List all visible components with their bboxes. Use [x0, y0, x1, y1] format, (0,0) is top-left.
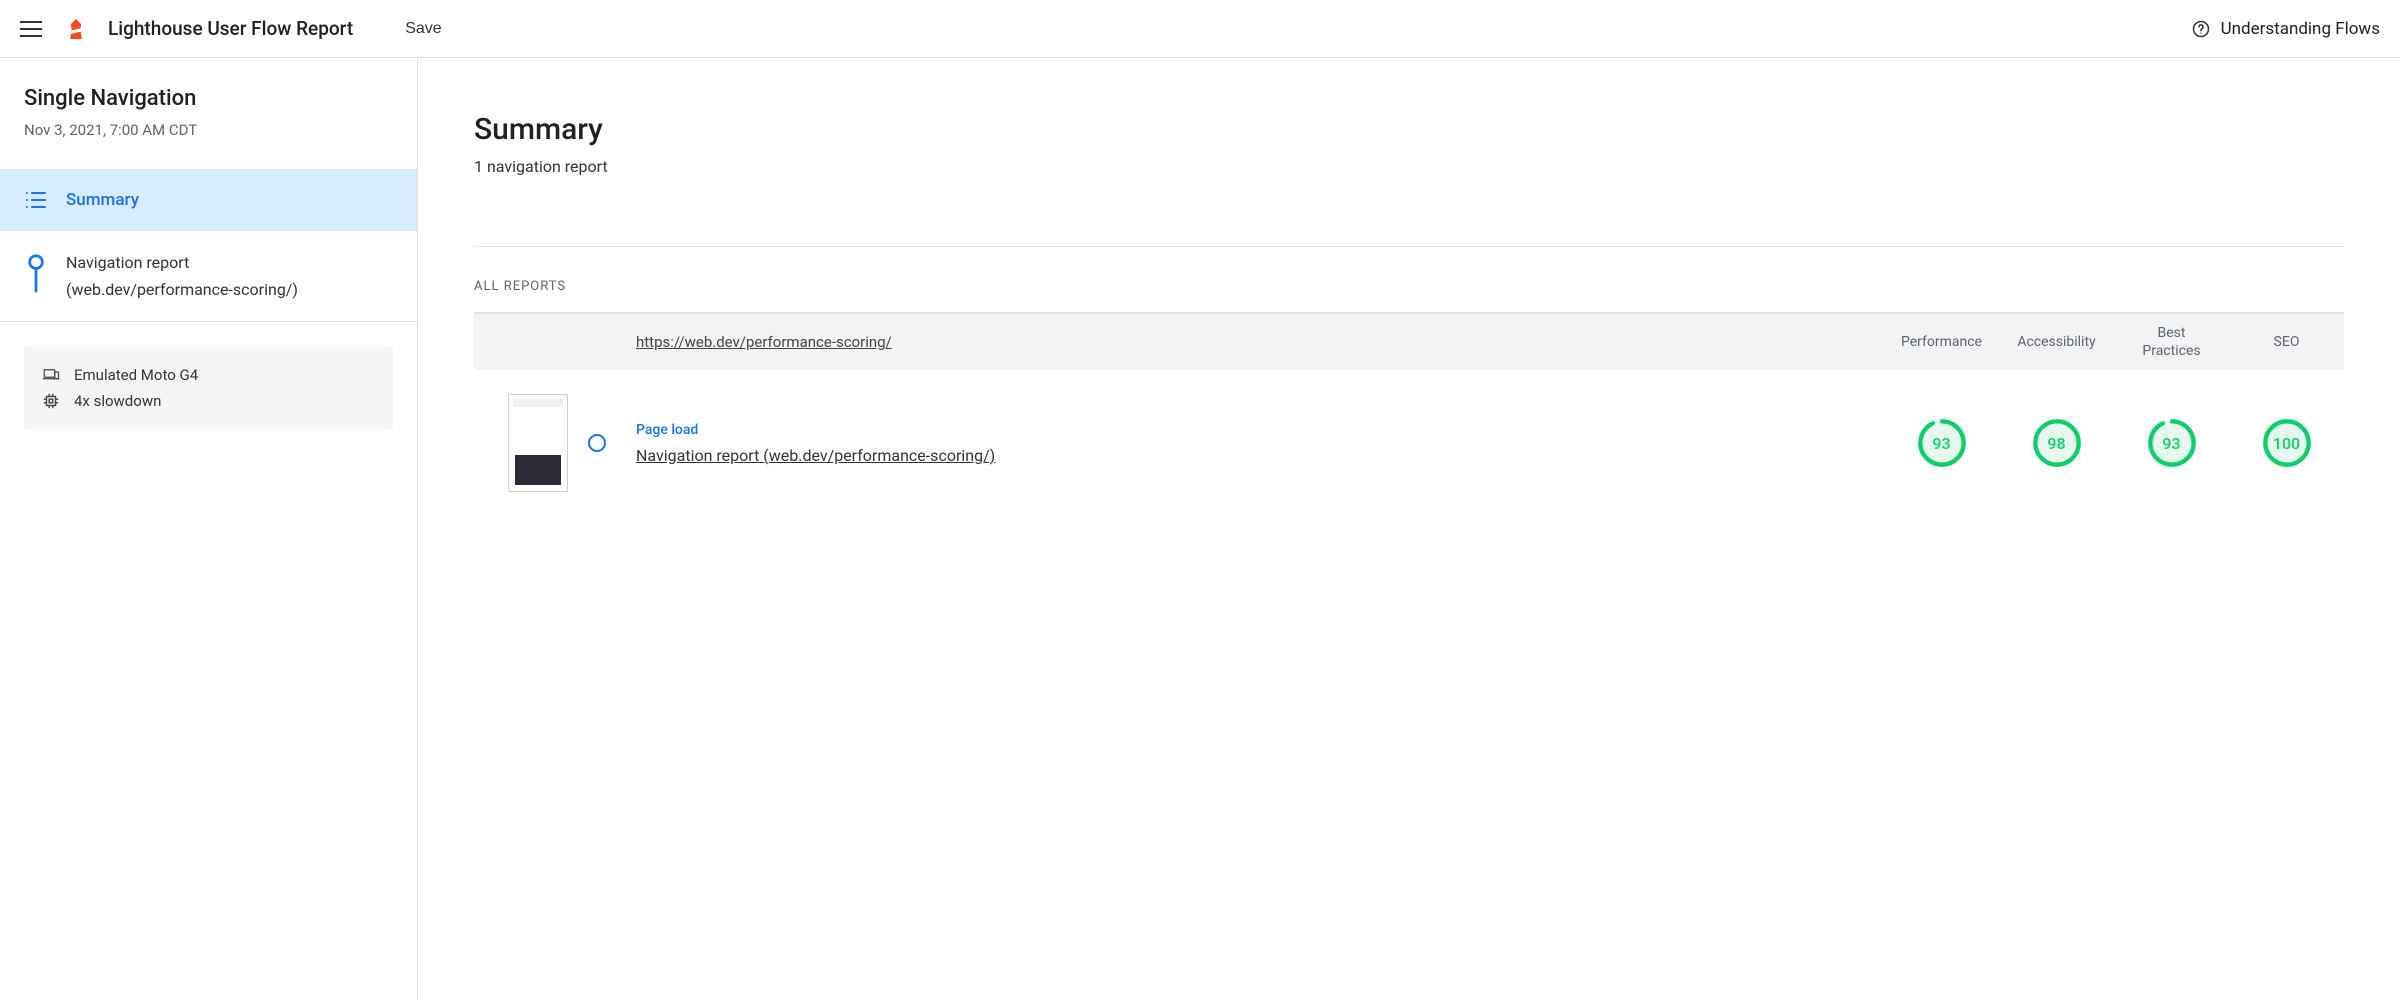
gauge-accessibility[interactable]: 98 — [2031, 417, 2083, 469]
page-subtitle: 1 navigation report — [474, 157, 2344, 176]
flow-name: Single Navigation — [24, 86, 393, 111]
report-url-line: (web.dev/performance-scoring/) — [66, 280, 298, 299]
app-title: Lighthouse User Flow Report — [108, 17, 353, 40]
flow-timestamp: Nov 3, 2021, 7:00 AM CDT — [24, 121, 393, 139]
sidebar-item-summary[interactable]: Summary — [0, 170, 417, 231]
help-link[interactable]: Understanding Flows — [2191, 19, 2380, 39]
save-button[interactable]: Save — [405, 20, 441, 38]
sidebar-item-label: Summary — [66, 190, 139, 210]
page-title: Summary — [474, 112, 2344, 147]
step-type-label: Page load — [636, 422, 1884, 438]
main-content: Summary 1 navigation report ALL REPORTS … — [418, 58, 2400, 1000]
column-performance: Performance — [1884, 333, 1999, 351]
all-reports-label: ALL REPORTS — [474, 279, 2344, 294]
sidebar-header: Single Navigation Nov 3, 2021, 7:00 AM C… — [0, 58, 417, 170]
report-link[interactable]: Navigation report (web.dev/performance-s… — [636, 446, 995, 465]
pin-icon — [24, 253, 48, 293]
help-label: Understanding Flows — [2221, 19, 2380, 39]
navigation-marker-icon — [588, 434, 606, 452]
topbar: Lighthouse User Flow Report Save Underst… — [0, 0, 2400, 58]
column-seo: SEO — [2229, 333, 2344, 351]
gauge-seo[interactable]: 100 — [2261, 417, 2313, 469]
column-best-practices: BestPractices — [2114, 324, 2229, 360]
report-row: Page load Navigation report (web.dev/per… — [474, 370, 2344, 516]
env-throttle-label: 4x slowdown — [74, 392, 161, 410]
screenshot-thumbnail[interactable] — [508, 394, 568, 492]
column-accessibility: Accessibility — [1999, 333, 2114, 351]
environment-box: Emulated Moto G4 4x slowdown — [24, 346, 393, 430]
report-url[interactable]: https://web.dev/performance-scoring/ — [624, 333, 1884, 351]
cpu-icon — [42, 392, 60, 410]
device-icon — [42, 366, 60, 384]
gauge-performance[interactable]: 93 — [1916, 417, 1968, 469]
sidebar-item-navigation-report[interactable]: Navigation report (web.dev/performance-s… — [0, 231, 417, 322]
env-device-label: Emulated Moto G4 — [74, 366, 198, 384]
menu-icon[interactable] — [20, 17, 44, 41]
sidebar: Single Navigation Nov 3, 2021, 7:00 AM C… — [0, 58, 418, 1000]
report-title-line: Navigation report — [66, 253, 298, 272]
list-icon — [24, 188, 48, 212]
help-icon — [2191, 19, 2211, 39]
report-header-row: https://web.dev/performance-scoring/ Per… — [474, 313, 2344, 370]
lighthouse-logo-icon — [66, 17, 86, 41]
gauge-best-practices[interactable]: 93 — [2146, 417, 2198, 469]
